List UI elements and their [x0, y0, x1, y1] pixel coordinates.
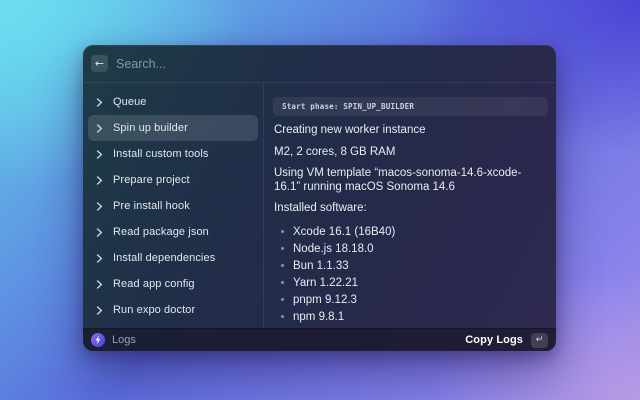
search-bar: ←: [83, 45, 556, 83]
chevron-right-icon: [96, 305, 103, 315]
sidebar-item-prepare-project[interactable]: Prepare project: [88, 167, 258, 193]
sidebar-item-label: Pre install hook: [113, 200, 190, 212]
sidebar-item-install-custom-tools[interactable]: Install custom tools: [88, 141, 258, 167]
chevron-right-icon: [96, 201, 103, 211]
sidebar-item-label: Read package json: [113, 226, 209, 238]
sidebar-item-label: Install dependencies: [113, 252, 216, 264]
sidebar-item-label: Install custom tools: [113, 148, 209, 160]
log-lines: Creating new worker instance M2, 2 cores,…: [273, 124, 548, 216]
app-bolt-icon: [91, 333, 105, 347]
chevron-right-icon: [96, 97, 103, 107]
copy-logs-label: Copy Logs: [465, 334, 523, 346]
chevron-right-icon: [96, 279, 103, 289]
installed-software-list: Xcode 16.1 (16B40) Node.js 18.18.0 Bun 1.1…: [279, 223, 548, 328]
footer-bar: Logs Copy Logs ↵: [83, 328, 556, 351]
software-item: npm 9.8.1: [279, 308, 548, 325]
sidebar-item-read-package-json[interactable]: Read package json: [88, 219, 258, 245]
sidebar-item-install-dependencies[interactable]: Install dependencies: [88, 245, 258, 271]
sidebar-item-label: Queue: [113, 96, 147, 108]
software-item: Yarn 1.22.21: [279, 274, 548, 291]
logs-label: Logs: [112, 334, 136, 346]
log-line: Installed software:: [274, 202, 367, 214]
software-item: Node.js 18.18.0: [279, 240, 548, 257]
software-item: Xcode 16.1 (16B40): [279, 223, 548, 240]
desktop-background: { "search": { "placeholder": "Search..."…: [0, 0, 640, 400]
software-item: Bun 1.1.33: [279, 257, 548, 274]
logs-button[interactable]: Logs: [91, 333, 136, 347]
search-input[interactable]: [116, 56, 546, 71]
chevron-right-icon: [96, 175, 103, 185]
sidebar-item-label: Spin up builder: [113, 122, 188, 134]
log-content-panel: Start phase: SPIN_UP_BUILDER Creating ne…: [264, 83, 556, 328]
back-button[interactable]: ←: [91, 55, 108, 72]
log-line: Using VM template “macos-sonoma-14.6-xco…: [274, 167, 522, 193]
back-arrow-icon: ←: [94, 56, 105, 70]
window-body: Queue Spin up builder Install custom tools…: [83, 83, 556, 328]
chevron-right-icon: [96, 123, 103, 133]
log-line: M2, 2 cores, 8 GB RAM: [274, 145, 396, 158]
sidebar-item-label: Read app config: [113, 278, 195, 290]
phase-banner: Start phase: SPIN_UP_BUILDER: [273, 97, 548, 116]
copy-logs-button[interactable]: Copy Logs ↵: [465, 332, 548, 348]
enter-key-icon: ↵: [535, 335, 544, 345]
log-line: Creating new worker instance: [274, 124, 426, 136]
phase-banner-text: Start phase: SPIN_UP_BUILDER: [282, 102, 415, 111]
sidebar-item-pre-install-hook[interactable]: Pre install hook: [88, 193, 258, 219]
chevron-right-icon: [96, 227, 103, 237]
chevron-right-icon: [96, 253, 103, 263]
sidebar-item-label: Prepare project: [113, 174, 190, 186]
chevron-right-icon: [96, 149, 103, 159]
build-steps-sidebar: Queue Spin up builder Install custom tools…: [83, 83, 264, 328]
command-palette-window: ← Queue Spin up builder Install custom too…: [83, 45, 556, 351]
sidebar-item-run-expo-doctor[interactable]: Run expo doctor: [88, 297, 258, 323]
enter-keycap: ↵: [531, 332, 548, 348]
sidebar-item-read-app-config[interactable]: Read app config: [88, 271, 258, 297]
sidebar-item-label: Run expo doctor: [113, 304, 196, 316]
software-item: pnpm 9.12.3: [279, 291, 548, 308]
sidebar-item-spin-up-builder[interactable]: Spin up builder: [88, 115, 258, 141]
sidebar-item-queue[interactable]: Queue: [88, 89, 258, 115]
